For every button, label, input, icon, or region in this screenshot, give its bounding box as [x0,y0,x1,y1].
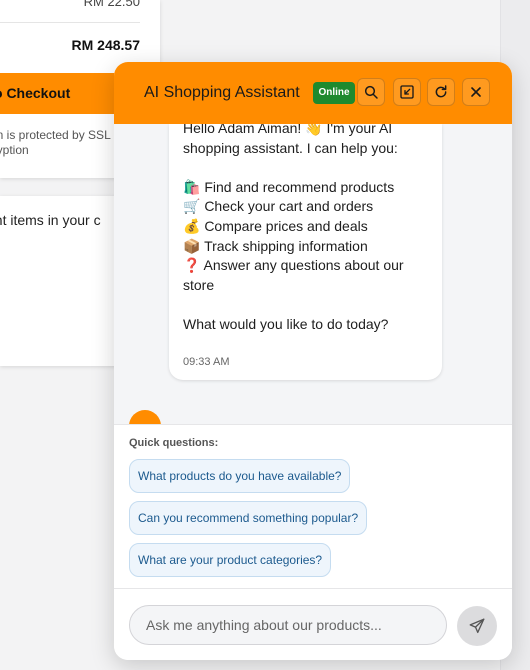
security-note-line2: ncryption [0,143,29,157]
chat-title: AI Shopping Assistant [144,84,300,101]
bot-message-text: Hello Adam Aiman! 👋 I'm your AI shopping… [183,124,404,332]
security-note-line1: on is protected by SSL [0,128,111,142]
minimize-icon [400,85,414,99]
message-list[interactable]: Hello Adam Aiman! 👋 I'm your AI shopping… [114,124,512,424]
search-button[interactable] [357,78,385,106]
quick-question-button[interactable]: What products do you have available? [129,459,351,493]
chat-message-input[interactable] [129,605,447,645]
quick-questions-title: Quick questions: [129,437,219,449]
checkout-label: o Checkout [0,85,71,101]
minimize-button[interactable] [393,78,421,106]
chat-widget: AI Shopping Assistant Online Hello Adam … [114,62,512,660]
summary-divider [0,22,140,23]
refresh-icon [435,85,447,98]
search-icon [364,85,378,99]
quick-question-button[interactable]: Can you recommend something popular? [129,501,368,535]
message-timestamp: 09:33 AM [183,356,230,368]
send-icon [469,618,485,634]
quick-question-button[interactable]: What are your product categories? [129,543,332,577]
refresh-button[interactable] [427,78,455,106]
total-value: RM 248.57 [71,37,140,53]
online-status-badge: Online [313,82,355,104]
close-button[interactable] [462,78,490,106]
cart-hint-text: ght items in your c [0,212,101,228]
chat-header: AI Shopping Assistant Online [114,62,512,124]
close-icon [471,87,481,97]
send-button[interactable] [457,606,497,646]
quick-questions-panel: Quick questions: What products do you ha… [114,424,512,588]
subtotal-value: RM 22.50 [83,0,140,9]
chat-input-bar [114,588,512,660]
bot-avatar [129,410,161,424]
bot-message-bubble: Hello Adam Aiman! 👋 I'm your AI shopping… [169,124,442,380]
